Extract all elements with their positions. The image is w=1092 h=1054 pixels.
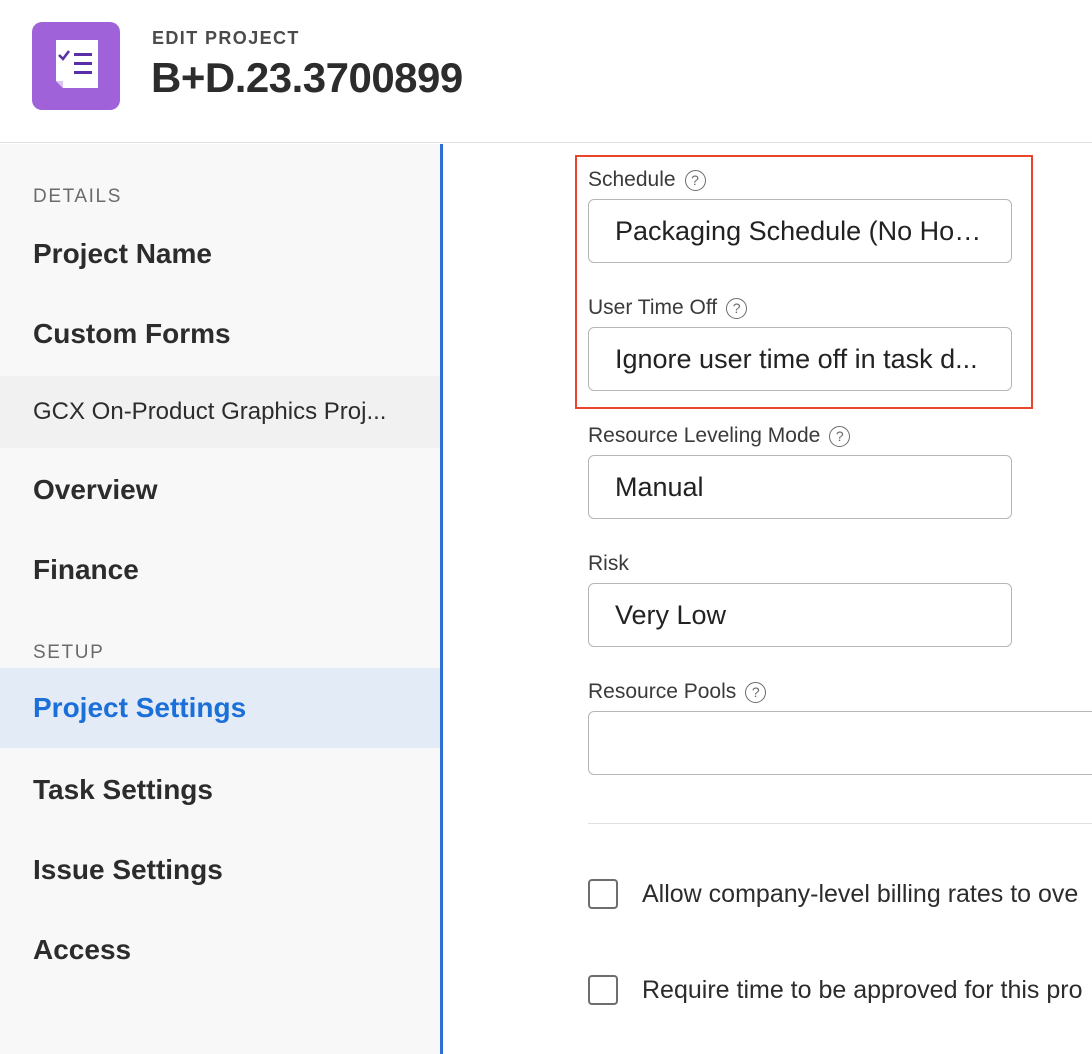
billing-rates-option: Allow company-level billing rates to ove (588, 879, 1078, 909)
resource-pools-input[interactable] (588, 711, 1092, 775)
highlight-annotation (575, 155, 1033, 409)
page-header: EDIT PROJECT B+D.23.3700899 (0, 0, 1092, 143)
sidebar-section-setup: SETUP (33, 642, 105, 663)
sidebar-item-project-name[interactable]: Project Name (0, 214, 440, 294)
resource-leveling-mode-select[interactable]: Manual (588, 455, 1012, 519)
time-approval-checkbox[interactable] (588, 975, 618, 1005)
sidebar-item-overview[interactable]: Overview (0, 450, 440, 530)
time-approval-label[interactable]: Require time to be approved for this pro (642, 976, 1083, 1005)
sidebar-item-task-settings[interactable]: Task Settings (0, 750, 440, 830)
project-checklist-icon (32, 22, 120, 110)
risk-select[interactable]: Very Low (588, 583, 1012, 647)
risk-label: Risk (588, 552, 629, 576)
sidebar-item-issue-settings[interactable]: Issue Settings (0, 830, 440, 910)
header-eyebrow: EDIT PROJECT (152, 28, 300, 48)
risk-value: Very Low (615, 599, 727, 630)
billing-rates-checkbox[interactable] (588, 879, 618, 909)
section-divider (588, 823, 1092, 824)
resource-pools-label: Resource Pools ? (588, 680, 767, 704)
page-title: B+D.23.3700899 (151, 54, 463, 101)
resource-pools-label-text: Resource Pools (588, 680, 737, 703)
sidebar-section-details: DETAILS (33, 186, 122, 207)
time-approval-option: Require time to be approved for this pro (588, 975, 1083, 1005)
resource-leveling-mode-value: Manual (615, 471, 704, 502)
risk-label-text: Risk (588, 552, 629, 575)
billing-rates-label[interactable]: Allow company-level billing rates to ove (642, 880, 1078, 909)
sidebar-item-project-settings[interactable]: Project Settings (0, 668, 440, 748)
resource-leveling-mode-label-text: Resource Leveling Mode (588, 424, 821, 447)
help-icon[interactable]: ? (829, 425, 851, 447)
resource-leveling-mode-label: Resource Leveling Mode ? (588, 424, 851, 448)
sidebar-item-access[interactable]: Access (0, 910, 440, 990)
sidebar-item-finance[interactable]: Finance (0, 530, 440, 610)
sidebar-item-custom-forms[interactable]: Custom Forms (0, 294, 440, 374)
sidebar-item-custom-form-gcx[interactable]: GCX On-Product Graphics Proj... (0, 376, 440, 448)
help-icon[interactable]: ? (745, 681, 767, 703)
